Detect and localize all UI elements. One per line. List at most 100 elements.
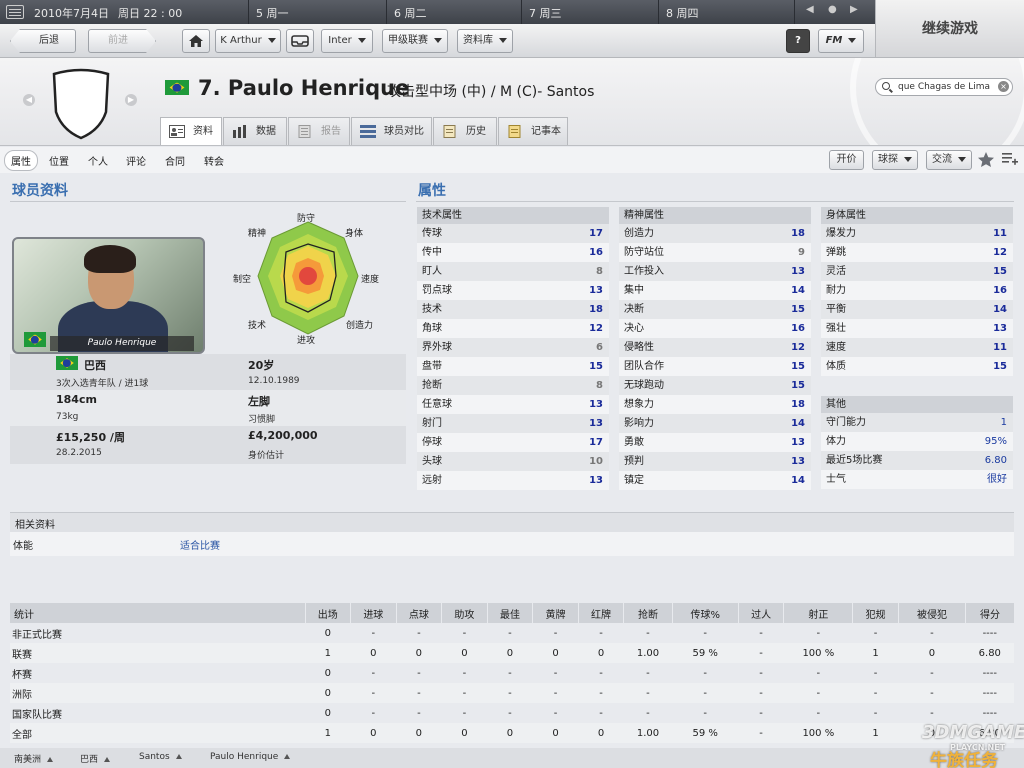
stats-column-header[interactable]: 犯规	[852, 603, 899, 623]
stats-cell: -	[852, 683, 899, 703]
player-photo: Paulo Henrique	[12, 237, 205, 354]
subnav-attributes[interactable]: 属性	[4, 150, 38, 171]
breadcrumb-nation[interactable]: 巴西	[80, 752, 111, 765]
day-1[interactable]: 5 周一	[256, 5, 289, 21]
divider	[386, 0, 387, 24]
stats-column-header[interactable]: 点球	[395, 603, 442, 623]
attribute-name: 体力	[826, 436, 846, 447]
stats-column-header[interactable]: 得分	[965, 603, 1014, 623]
age: 20岁	[248, 359, 275, 372]
stats-column-header[interactable]: 抢断	[623, 603, 673, 623]
prev-day-icon[interactable]: ◀	[806, 4, 814, 15]
attribute-value: 12	[589, 323, 603, 334]
add-to-list-icon[interactable]	[1002, 152, 1018, 167]
condition-value[interactable]: 适合比赛	[180, 537, 220, 552]
stats-cell: -	[553, 667, 558, 679]
height-cell: 184cm 73kg	[10, 390, 208, 428]
tab-notebook[interactable]: 记事本	[498, 117, 568, 145]
home-button[interactable]	[182, 29, 210, 53]
contract-end: 28.2.2015	[56, 448, 102, 458]
database-menu[interactable]: 资料库	[457, 29, 513, 53]
subnav-transfer[interactable]: 转会	[204, 153, 224, 168]
stats-column-header[interactable]: 过人	[737, 603, 784, 623]
fm-menu[interactable]: FM	[818, 29, 864, 53]
continue-button[interactable]: 继续游戏	[875, 0, 1024, 58]
stats-column-header[interactable]: 被侵犯	[897, 603, 966, 623]
stats-column-header[interactable]: 出场	[304, 603, 351, 623]
club-menu[interactable]: Inter	[321, 29, 373, 53]
divider	[10, 201, 406, 202]
day-4[interactable]: 8 周四	[666, 5, 699, 21]
next-player-icon[interactable]: ▶	[125, 94, 137, 106]
breadcrumb: 南美洲 巴西 Santos Paulo Henrique	[0, 748, 1024, 768]
tab-stats[interactable]: 数据	[223, 117, 287, 145]
chevron-down-icon	[958, 156, 966, 162]
search-input[interactable]: que Chagas de Lima ×	[875, 78, 1013, 96]
inbox-button[interactable]	[286, 29, 314, 53]
subnav-personal[interactable]: 个人	[88, 153, 108, 168]
subnav-positions[interactable]: 位置	[49, 153, 69, 168]
forward-button[interactable]: 前进	[88, 29, 156, 53]
attribute-name: 盯人	[422, 266, 442, 277]
scout-menu[interactable]: 球探	[872, 150, 918, 170]
back-button[interactable]: 后退	[10, 29, 76, 53]
breadcrumb-label: 南美洲	[14, 755, 42, 765]
day-3[interactable]: 7 周三	[529, 5, 562, 21]
today-dot-icon[interactable]: ●	[828, 4, 837, 15]
shortlist-star-icon[interactable]	[977, 151, 995, 168]
stats-cell: -	[738, 643, 784, 663]
subnav-comments[interactable]: 评论	[126, 153, 146, 168]
tab-profile[interactable]: 资料	[160, 117, 222, 145]
stats-cell: -	[930, 707, 934, 719]
radar-label-creativity: 创造力	[346, 321, 374, 331]
attribute-value: 16	[589, 247, 603, 258]
subnav-contract[interactable]: 合同	[165, 153, 185, 168]
clear-search-icon[interactable]: ×	[998, 81, 1009, 92]
chevron-up-icon	[104, 757, 111, 762]
breadcrumb-club[interactable]: Santos	[139, 752, 182, 762]
tab-label: 历史	[466, 126, 486, 137]
attribute-row: 镇定 14	[619, 471, 811, 490]
tab-history[interactable]: 历史	[433, 117, 497, 145]
stats-column-header[interactable]: 传球%	[671, 603, 739, 623]
stats-cell: 0	[350, 643, 397, 663]
stats-column-header[interactable]: 射正	[783, 603, 853, 623]
stats-column-header[interactable]: 进球	[350, 603, 397, 623]
attribute-value: 6	[596, 342, 603, 353]
stats-cell: 0	[324, 627, 331, 639]
market-value-label: 身价估计	[248, 451, 285, 461]
stats-column-header[interactable]: 统计	[10, 603, 305, 623]
manager-menu[interactable]: K Arthur	[215, 29, 281, 53]
attribute-value: 13	[791, 437, 805, 448]
prev-player-icon[interactable]: ◀	[23, 94, 35, 106]
breadcrumb-continent[interactable]: 南美洲	[14, 752, 54, 765]
attribute-row: 体力 95%	[821, 432, 1013, 451]
attribute-value: 1	[1000, 417, 1007, 428]
stats-column-header[interactable]: 黄牌	[532, 603, 579, 623]
stats-cell: -	[672, 683, 739, 703]
attribute-name: 体质	[826, 361, 846, 372]
breadcrumb-player[interactable]: Paulo Henrique	[210, 752, 291, 762]
attribute-row: 决断 15	[619, 300, 811, 319]
offer-button[interactable]: 开价	[829, 150, 864, 170]
help-button[interactable]: ?	[786, 29, 810, 53]
next-day-icon[interactable]: ▶	[850, 4, 858, 15]
tab-compare[interactable]: 球员对比	[351, 117, 432, 145]
calendar-icon[interactable]	[6, 5, 24, 19]
attribute-name: 弹跳	[826, 247, 846, 258]
stats-cell: 0	[305, 683, 351, 703]
attribute-radar: 防守 身体 速度 创造力 进攻 技术 制空 精神	[226, 208, 390, 348]
stats-cell: -	[646, 707, 650, 719]
interact-menu[interactable]: 交流	[926, 150, 972, 170]
attribute-row: 传中 16	[417, 243, 609, 262]
day-2[interactable]: 6 周二	[394, 5, 427, 21]
stats-column-header[interactable]: 助攻	[441, 603, 488, 623]
league-menu[interactable]: 甲级联赛	[382, 29, 448, 53]
manager-label: K Arthur	[220, 35, 262, 46]
stats-column-header[interactable]: 红牌	[577, 603, 624, 623]
tab-report[interactable]: 报告	[288, 117, 350, 145]
related-info-panel: 相关资料 体能 适合比赛	[10, 512, 1014, 556]
stats-column-header[interactable]: 最佳	[486, 603, 533, 623]
stats-row-label: 洲际	[10, 683, 305, 703]
tab-label: 球员对比	[384, 126, 424, 137]
